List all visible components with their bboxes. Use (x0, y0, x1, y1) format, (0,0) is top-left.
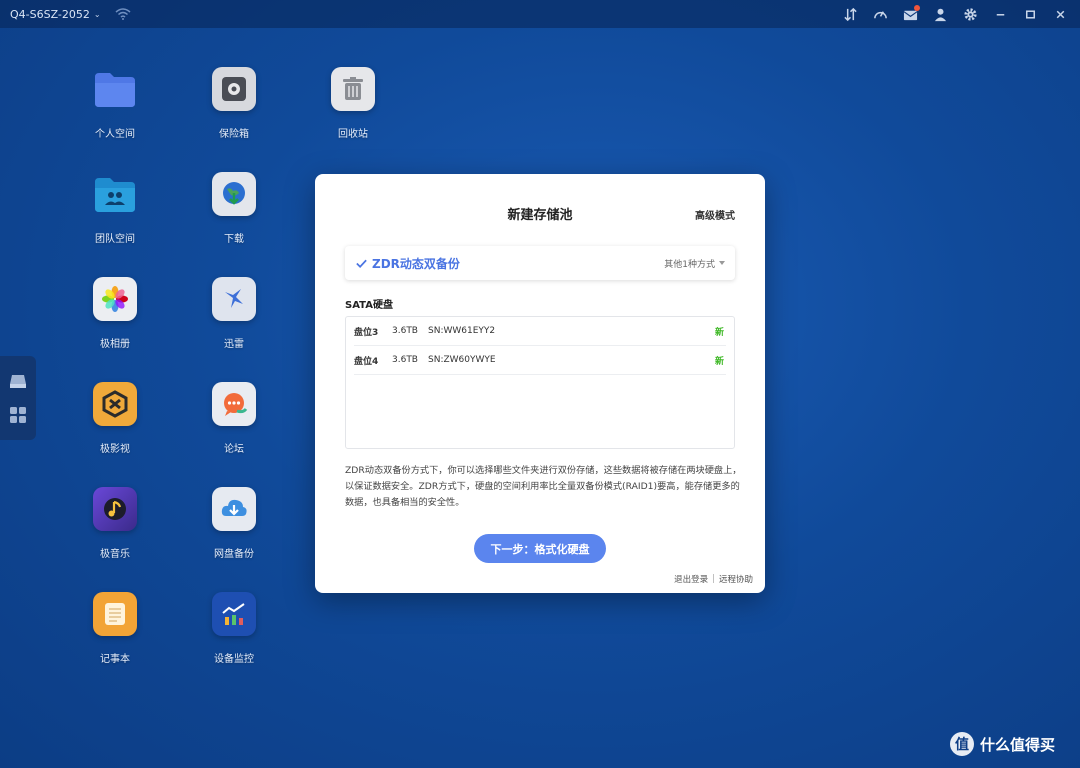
maximize-icon[interactable] (1020, 4, 1040, 24)
remote-help-link[interactable]: 远程协助 (719, 573, 753, 585)
app-music[interactable]: 极音乐 (75, 487, 155, 560)
disk-status-badge: 新 (714, 356, 724, 367)
app-thunder[interactable]: 迅雷 (194, 277, 274, 350)
device-name: Q4-S6SZ-2052 (10, 7, 90, 21)
disk-row[interactable]: 盘位3 3.6TB SN:WW61EYY2 新 (354, 317, 726, 346)
app-photos[interactable]: 极相册 (75, 277, 155, 350)
download-globe-icon (212, 172, 256, 216)
disk-slot: 盘位3 (354, 327, 379, 338)
disk-row[interactable]: 盘位4 3.6TB SN:ZW60YWYE 新 (354, 346, 726, 375)
caret-down-icon (719, 261, 725, 265)
storage-icon[interactable] (8, 371, 28, 391)
gear-icon[interactable] (960, 4, 980, 24)
app-video[interactable]: 极影视 (75, 382, 155, 455)
minimize-icon[interactable] (990, 4, 1010, 24)
app-safe[interactable]: 保险箱 (194, 67, 274, 140)
traffic-icon[interactable] (840, 4, 860, 24)
watermark-text: 什么值得买 (980, 735, 1056, 754)
device-selector[interactable]: Q4-S6SZ-2052 ⌄ (10, 8, 101, 21)
video-icon (93, 382, 137, 426)
logout-link[interactable]: 退出登录 (674, 573, 708, 585)
user-icon[interactable] (930, 4, 950, 24)
watermark: 值 什么值得买 (950, 732, 1055, 756)
notepad-icon (93, 592, 137, 636)
app-forum[interactable]: 论坛 (194, 382, 274, 455)
check-icon (356, 259, 367, 268)
top-bar: Q4-S6SZ-2052 ⌄ (0, 0, 1080, 28)
sata-section-title: SATA硬盘 (345, 300, 393, 311)
next-format-disk-button[interactable]: 下一步：格式化硬盘 (474, 534, 606, 563)
other-modes-dropdown[interactable]: 其他1种方式 (664, 257, 725, 270)
mode-name: ZDR动态双备份 (372, 256, 460, 271)
advanced-mode-link[interactable]: 高级模式 (695, 207, 735, 222)
photos-icon (93, 277, 137, 321)
other-modes-label: 其他1种方式 (664, 259, 715, 270)
disk-capacity: 3.6TB (392, 355, 418, 365)
message-icon[interactable] (900, 4, 920, 24)
app-download[interactable]: 下载 (194, 172, 274, 245)
cloud-backup-icon (212, 487, 256, 531)
team-folder-icon (93, 172, 137, 216)
disk-serial: SN:WW61EYY2 (428, 326, 496, 336)
mode-description: ZDR动态双备份方式下，你可以选择哪些文件夹进行双份存储，这些数据将被存储在两块… (345, 465, 742, 508)
safe-icon (212, 67, 256, 111)
apps-grid-icon[interactable] (8, 405, 28, 425)
music-icon (93, 487, 137, 531)
folder-icon (93, 67, 137, 111)
watermark-logo: 值 (950, 732, 974, 756)
storage-mode-selector[interactable]: ZDR动态双备份 其他1种方式 (345, 246, 735, 280)
app-device-monitor[interactable]: 设备监控 (194, 592, 274, 665)
trash-icon (331, 67, 375, 111)
app-team-space[interactable]: 团队空间 (75, 172, 155, 245)
create-storage-pool-dialog: 新建存储池 高级模式 ZDR动态双备份 其他1种方式 SATA硬盘 盘位3 3.… (315, 174, 765, 593)
disk-capacity: 3.6TB (392, 326, 418, 336)
app-notepad[interactable]: 记事本 (75, 592, 155, 665)
dialog-footer-links: 退出登录 | 远程协助 (674, 573, 753, 585)
notification-dot (914, 5, 920, 11)
chevron-down-icon: ⌄ (93, 9, 101, 19)
close-icon[interactable] (1050, 4, 1070, 24)
app-personal-space[interactable]: 个人空间 (75, 67, 155, 140)
thunder-bird-icon (212, 277, 256, 321)
app-trash[interactable]: 回收站 (313, 67, 393, 140)
disk-list: 盘位3 3.6TB SN:WW61EYY2 新 盘位4 3.6TB SN:ZW6… (345, 316, 735, 449)
footer-separator: | (712, 574, 715, 584)
disk-serial: SN:ZW60YWYE (428, 355, 496, 365)
disk-status-badge: 新 (714, 327, 724, 338)
speedometer-icon[interactable] (870, 4, 890, 24)
app-cloud-backup[interactable]: 网盘备份 (194, 487, 274, 560)
monitor-chart-icon (212, 592, 256, 636)
wifi-icon (115, 8, 131, 20)
forum-chat-icon (212, 382, 256, 426)
side-dock (0, 356, 36, 440)
disk-slot: 盘位4 (354, 356, 379, 367)
